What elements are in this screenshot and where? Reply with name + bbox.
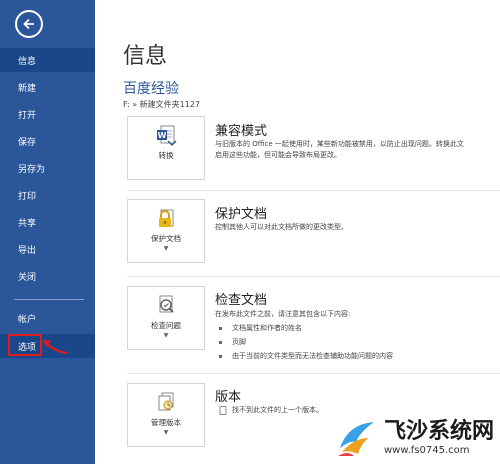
protect-document-desc: 控制其他人可以对此文档所做的更改类型。 [215, 223, 348, 231]
nav-item-close[interactable]: 关闭 [0, 264, 95, 288]
backstage-sidebar: 信息 新建 打开 保存 另存为 打印 共享 导出 关闭 帐户 选项 [0, 0, 95, 464]
nav-item-export[interactable]: 导出 [0, 237, 95, 261]
info-panel: 信息 百度经验 F: » 新建文件夹1127 W 转换 兼容模式 与旧版本的 O… [95, 0, 500, 464]
list-item-label: 文档属性和作者的姓名 [232, 324, 302, 332]
options-highlight-box [8, 334, 42, 356]
document-small-icon [219, 405, 227, 415]
chevron-down-icon: ▼ [163, 245, 169, 252]
convert-button[interactable]: W 转换 [127, 116, 205, 180]
compat-mode-desc-2: 启用这些功能，但可能会导致布局更改。 [215, 151, 341, 159]
lock-icon [159, 209, 174, 227]
inspect-document-desc: 在发布此文件之前，请注意其包含以下内容: [215, 310, 351, 318]
versions-desc: 找不到此文件的上一个版本。 [232, 406, 323, 414]
watermark-title: 飞沙系统网 [383, 418, 494, 444]
versions-message: 找不到此文件的上一个版本。 [219, 405, 323, 415]
compat-mode-title: 兼容模式 [215, 124, 268, 139]
manage-versions-label: 管理版本 [151, 418, 181, 427]
document-path[interactable]: F: » 新建文件夹1127 [123, 99, 200, 110]
nav-item-label: 保存 [18, 137, 37, 148]
nav-item-label: 关闭 [18, 272, 37, 283]
list-item-label: 由于当前的文件类型而无法检查辅助功能问题的内容 [232, 352, 393, 360]
nav-item-new[interactable]: 新建 [0, 75, 95, 99]
nav-item-label: 打印 [18, 191, 37, 202]
versions-title: 版本 [215, 390, 242, 405]
nav-item-label: 另存为 [18, 164, 46, 175]
nav-item-account[interactable]: 帐户 [0, 306, 95, 330]
inspect-document-icon [159, 295, 174, 313]
chevron-down-icon: ▼ [163, 429, 169, 436]
chevron-down-icon: ▼ [163, 332, 169, 339]
nav-item-label: 导出 [18, 245, 37, 256]
list-item: 文档属性和作者的姓名 [219, 323, 302, 333]
list-item: 页脚 [219, 337, 246, 347]
nav-item-label: 帐户 [18, 314, 37, 325]
manage-versions-button[interactable]: 管理版本 ▼ [127, 383, 205, 447]
page-title: 信息 [123, 44, 168, 69]
nav-item-label: 共享 [18, 218, 37, 229]
section-divider [127, 276, 500, 277]
nav-item-label: 新建 [18, 83, 37, 94]
nav-item-share[interactable]: 共享 [0, 210, 95, 234]
nav-item-open[interactable]: 打开 [0, 102, 95, 126]
check-issues-button[interactable]: 检查问题 ▼ [127, 286, 205, 350]
bullet-icon [219, 354, 222, 358]
back-button[interactable] [15, 10, 43, 38]
nav-item-print[interactable]: 打印 [0, 183, 95, 207]
protect-document-title: 保护文档 [215, 207, 268, 222]
bullet-icon [219, 340, 222, 344]
list-item-label: 页脚 [232, 338, 246, 346]
watermark-url: www.fs0745.com [383, 444, 470, 456]
nav-item-save-as[interactable]: 另存为 [0, 156, 95, 180]
nav-item-label: 打开 [18, 110, 37, 121]
compat-mode-desc-1: 与旧版本的 Office 一起使用时，某些新功能被禁用，以防止出现问题。转换此文 [215, 140, 464, 148]
bullet-icon [219, 326, 222, 330]
protect-document-label: 保护文档 [151, 234, 181, 243]
inspect-document-title: 检查文档 [215, 293, 268, 308]
svg-text:W: W [158, 131, 167, 140]
nav-divider [14, 299, 84, 300]
word-convert-icon: W [157, 125, 177, 146]
nav-item-label: 信息 [18, 56, 37, 67]
check-issues-label: 检查问题 [151, 321, 181, 330]
site-logo [337, 422, 374, 456]
nav-item-save[interactable]: 保存 [0, 129, 95, 153]
section-divider [127, 373, 500, 374]
manage-versions-icon [158, 392, 174, 411]
section-divider [127, 190, 500, 191]
convert-label: 转换 [158, 151, 174, 160]
nav-item-info[interactable]: 信息 [0, 48, 95, 72]
document-name: 百度经验 [123, 81, 179, 97]
back-arrow-icon [23, 18, 34, 30]
watermark: 飞沙系统网 www.fs0745.com [334, 418, 494, 458]
list-item: 由于当前的文件类型而无法检查辅助功能问题的内容 [219, 351, 393, 361]
protect-document-button[interactable]: 保护文档 ▼ [127, 199, 205, 263]
pointer-arrow-icon [43, 340, 68, 355]
